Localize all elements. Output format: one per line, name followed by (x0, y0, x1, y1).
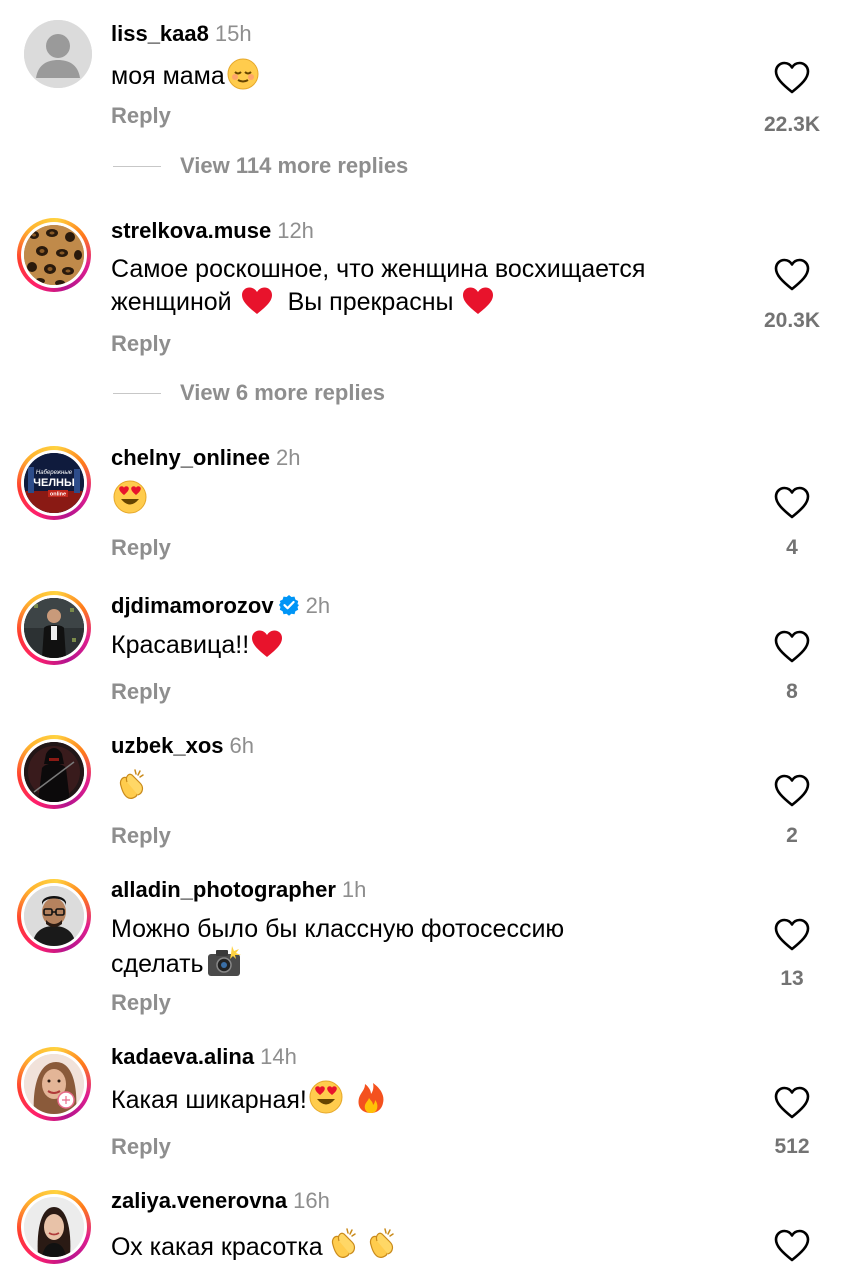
comment-text: Можно было бы классную фотосессию сделат… (111, 915, 565, 978)
comment-text (111, 480, 751, 517)
comment-meta: chelny_onlinee 2h (111, 444, 300, 472)
avatar[interactable] (17, 1047, 91, 1121)
woman-dark-hair-avatar (24, 1197, 84, 1257)
divider-line (113, 393, 161, 394)
clapping-hands-emoji-icon (369, 1228, 394, 1258)
comments-list: liss_kaa8 15h моя мама Reply 22.3K View 1… (0, 0, 851, 1280)
avatar[interactable]: Набережные ЧЕЛНЫ online (17, 446, 91, 520)
timestamp: 2h (275, 445, 301, 470)
heart-eyes-emoji-icon (309, 1080, 343, 1114)
comment-meta: liss_kaa8 15h (111, 20, 252, 48)
comment-meta: strelkova.muse 12h (111, 217, 314, 245)
username[interactable]: alladin_photographer (111, 877, 336, 902)
like-count: 13 (780, 967, 804, 990)
comment-text: Самое роскошное, что женщина восхищается… (111, 255, 646, 316)
heart-eyes-emoji-icon (113, 480, 147, 514)
like-count: 20.3K (763, 309, 821, 332)
timestamp: 15h (214, 21, 252, 46)
like-count: 2 (786, 824, 798, 847)
relieved-face-emoji-icon (227, 58, 259, 90)
timestamp: 14h (260, 1044, 297, 1069)
red-heart-emoji-icon (241, 287, 272, 314)
heart-icon[interactable] (774, 774, 810, 808)
username[interactable]: chelny_onlinee (111, 445, 270, 470)
heart-icon[interactable] (774, 1086, 810, 1120)
fire-emoji-icon (358, 1083, 384, 1113)
view-more-replies[interactable]: View 6 more replies (113, 378, 513, 408)
comment-meta: kadaeva.alina 14h (111, 1043, 297, 1071)
username[interactable]: liss_kaa8 (111, 21, 209, 46)
comment-text: Красавица!! (111, 629, 751, 662)
comment-text: Ох какая красотка (111, 1225, 751, 1264)
man-with-glasses-avatar (24, 886, 84, 946)
username[interactable]: djdimamorozov (111, 593, 274, 618)
comment-text: Какая шикарная! (111, 1080, 751, 1117)
timestamp: 6h (229, 733, 254, 758)
like-count: 512 (774, 1135, 810, 1158)
heart-icon[interactable] (774, 61, 810, 95)
like-count: 22.3K (763, 113, 821, 136)
view-more-replies[interactable]: View 114 more replies (113, 151, 513, 181)
reply-button[interactable]: Reply (111, 678, 171, 706)
avatar[interactable] (17, 879, 91, 953)
username[interactable]: kadaeva.alina (111, 1044, 254, 1069)
avatar[interactable] (17, 591, 91, 665)
timestamp: 16h (293, 1188, 330, 1213)
heart-icon[interactable] (774, 630, 810, 664)
username[interactable]: zaliya.venerovna (111, 1188, 287, 1213)
dark-warrior-avatar (24, 742, 84, 802)
comment-meta: zaliya.venerovna 16h (111, 1187, 330, 1215)
person-on-stage-avatar (24, 598, 84, 658)
avatar[interactable] (24, 20, 92, 88)
heart-icon[interactable] (774, 258, 810, 292)
avatar-label: online (50, 492, 66, 498)
comment-meta: djdimamorozov 2h (111, 592, 330, 620)
comment-meta: uzbek_xos 6h (111, 732, 254, 760)
like-count: 4 (786, 536, 798, 559)
avatar[interactable] (17, 735, 91, 809)
woman-portrait-avatar (24, 1054, 84, 1114)
avatar[interactable] (17, 218, 91, 292)
timestamp: 12h (277, 218, 314, 243)
default-user-icon (24, 20, 92, 88)
comment-meta: alladin_photographer 1h (111, 876, 366, 904)
clapping-hands-emoji-icon (331, 1228, 356, 1258)
username[interactable]: strelkova.muse (111, 218, 271, 243)
like-count: 8 (786, 680, 798, 703)
reply-button[interactable]: Reply (111, 102, 171, 130)
reply-button[interactable]: Reply (111, 989, 171, 1017)
red-heart-emoji-icon (252, 630, 283, 657)
heart-icon[interactable] (774, 918, 810, 952)
avatar[interactable] (17, 1190, 91, 1264)
view-more-replies-label[interactable]: View 114 more replies (180, 151, 408, 181)
avatar-label: Набережные (36, 470, 73, 476)
city-logo-avatar: Набережные ЧЕЛНЫ online (24, 453, 84, 513)
heart-icon[interactable] (774, 486, 810, 520)
comment-text: моя мама (111, 58, 751, 93)
timestamp: 1h (341, 877, 367, 902)
clapping-hands-emoji-icon (119, 769, 144, 799)
username[interactable]: uzbek_xos (111, 733, 224, 758)
timestamp: 2h (305, 593, 331, 618)
divider-line (113, 166, 161, 167)
reply-button[interactable]: Reply (111, 330, 171, 358)
avatar-label: ЧЕЛНЫ (33, 477, 75, 489)
reply-button[interactable]: Reply (111, 822, 171, 850)
leopard-print-avatar (24, 225, 84, 285)
reply-button[interactable]: Reply (111, 534, 171, 562)
heart-icon[interactable] (774, 1229, 810, 1263)
reply-button[interactable]: Reply (111, 1133, 171, 1161)
camera-with-flash-emoji-icon (207, 946, 241, 976)
view-more-replies-label[interactable]: View 6 more replies (180, 378, 385, 408)
comment-text (111, 766, 751, 805)
red-heart-emoji-icon (463, 287, 494, 314)
verified-badge-icon (278, 595, 299, 616)
